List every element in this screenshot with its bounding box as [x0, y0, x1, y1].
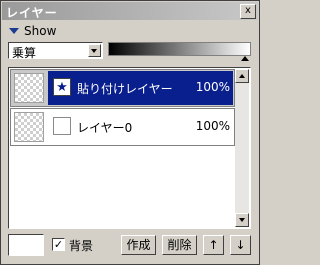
expand-triangle-icon[interactable]: [9, 28, 19, 34]
star-icon[interactable]: ★: [53, 78, 71, 96]
layer-thumbnail: [14, 112, 44, 142]
window-title: レイヤー: [6, 6, 58, 20]
layer-list: ★ 貼り付けレイヤー 100% レイヤー0 100%: [8, 67, 251, 229]
layer-mark-box[interactable]: [53, 117, 71, 135]
layer-thumbnail: [14, 73, 44, 103]
scroll-down-icon[interactable]: [235, 213, 249, 227]
move-up-button[interactable]: ↑: [203, 235, 224, 255]
close-button[interactable]: x: [240, 4, 256, 19]
layers-window: レイヤー x Show 乗算 ★ 貼り付けレイヤー 100% レイヤー0 100…: [0, 0, 260, 265]
delete-button[interactable]: 削除: [162, 235, 197, 255]
scroll-up-icon[interactable]: [235, 69, 249, 83]
layer-opacity: 100%: [195, 80, 230, 94]
layer-name: レイヤー0: [77, 121, 133, 135]
slider-knob-icon[interactable]: [241, 56, 249, 61]
background-checkbox[interactable]: ✓: [52, 238, 65, 251]
show-label: Show: [24, 24, 57, 38]
show-toggle[interactable]: Show: [9, 23, 56, 39]
layer-row[interactable]: レイヤー0 100%: [10, 108, 235, 146]
chevron-down-icon[interactable]: [88, 44, 101, 57]
title-bar[interactable]: レイヤー x: [2, 2, 258, 20]
layer-row[interactable]: ★ 貼り付けレイヤー 100%: [10, 69, 235, 107]
blend-mode-select[interactable]: 乗算: [8, 42, 103, 60]
blend-mode-value: 乗算: [12, 46, 37, 60]
background-color-swatch[interactable]: [8, 234, 44, 256]
layer-name: 貼り付けレイヤー: [77, 82, 173, 96]
move-down-button[interactable]: ↓: [230, 235, 251, 255]
opacity-slider[interactable]: [108, 42, 251, 56]
background-label: 背景: [69, 239, 94, 253]
layer-opacity: 100%: [195, 119, 230, 133]
vertical-scrollbar[interactable]: [235, 69, 249, 227]
create-button[interactable]: 作成: [121, 235, 156, 255]
